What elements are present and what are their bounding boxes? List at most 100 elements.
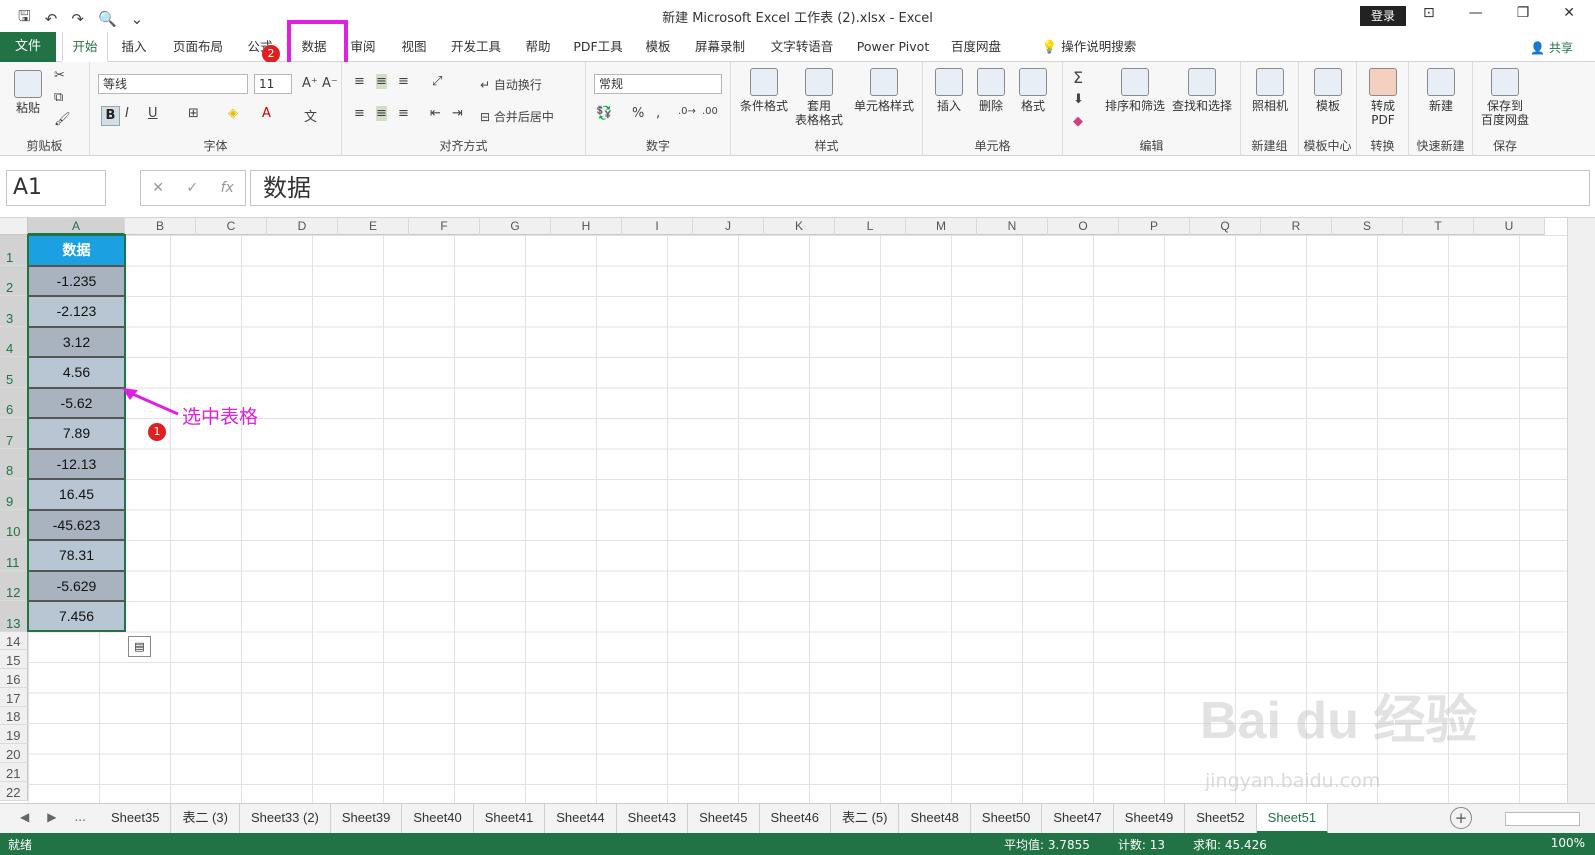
delete-cells-button[interactable]: 删除 bbox=[971, 68, 1011, 113]
bold-button[interactable]: B bbox=[101, 106, 120, 126]
sheet-tab[interactable]: Sheet51 bbox=[1256, 804, 1329, 834]
data-cell[interactable]: -5.62 bbox=[28, 387, 125, 418]
data-cell[interactable]: -1.235 bbox=[28, 265, 125, 296]
font-name-select[interactable]: 等线 bbox=[98, 74, 248, 94]
column-header[interactable]: P bbox=[1119, 218, 1190, 235]
align-top-icon[interactable]: ≡ bbox=[354, 74, 365, 89]
align-middle-icon[interactable]: ≡ bbox=[376, 74, 387, 89]
column-header[interactable]: A bbox=[28, 218, 125, 235]
prev-sheet-icon[interactable]: ◀ bbox=[20, 810, 29, 824]
decrease-decimal-icon[interactable]: .00 bbox=[702, 106, 718, 117]
font-color-icon[interactable]: A bbox=[262, 106, 271, 121]
fill-color-icon[interactable]: ◈ bbox=[228, 106, 238, 121]
name-box[interactable]: A1 bbox=[6, 170, 106, 206]
column-header[interactable]: L bbox=[835, 218, 906, 235]
tab-help[interactable]: 帮助 bbox=[518, 32, 558, 62]
cut-icon[interactable]: ✂ bbox=[54, 68, 65, 83]
column-header[interactable]: F bbox=[409, 218, 480, 235]
increase-font-icon[interactable]: A⁺ bbox=[302, 76, 318, 91]
column-header[interactable]: S bbox=[1332, 218, 1403, 235]
column-header[interactable]: T bbox=[1403, 218, 1474, 235]
camera-button[interactable]: 照相机 bbox=[1247, 68, 1293, 113]
clear-icon[interactable]: ◆ bbox=[1073, 114, 1083, 129]
autosum-icon[interactable]: Σ bbox=[1073, 68, 1083, 87]
sheet-tab[interactable]: Sheet45 bbox=[688, 804, 760, 834]
data-cell[interactable]: 4.56 bbox=[28, 357, 125, 388]
enter-icon[interactable]: ✓ bbox=[186, 171, 198, 205]
row-header[interactable]: 11 bbox=[0, 540, 28, 571]
sheet-tab[interactable]: 表二 (3) bbox=[171, 804, 240, 834]
row-header[interactable]: 1 bbox=[0, 235, 28, 266]
column-header[interactable]: M bbox=[906, 218, 977, 235]
sheet-tab[interactable]: Sheet33 (2) bbox=[240, 804, 331, 834]
column-header[interactable]: R bbox=[1261, 218, 1332, 235]
minimize-icon[interactable]: — bbox=[1469, 5, 1483, 21]
convert-pdf-button[interactable]: 转成 PDF bbox=[1363, 68, 1403, 127]
row-header[interactable]: 19 bbox=[0, 725, 28, 745]
column-header[interactable]: E bbox=[338, 218, 409, 235]
sheet-tab[interactable]: Sheet50 bbox=[971, 804, 1043, 834]
align-center-icon[interactable]: ≡ bbox=[376, 106, 387, 121]
tab-text-to-speech[interactable]: 文字转语音 bbox=[762, 32, 842, 62]
row-header[interactable]: 17 bbox=[0, 688, 28, 707]
row-header[interactable]: 15 bbox=[0, 650, 28, 670]
row-header[interactable]: 10 bbox=[0, 509, 28, 540]
data-cell[interactable]: 7.456 bbox=[28, 601, 125, 632]
font-size-select[interactable]: 11 bbox=[254, 74, 292, 94]
tab-developer[interactable]: 开发工具 bbox=[444, 32, 508, 62]
find-select-button[interactable]: 查找和选择 bbox=[1169, 68, 1235, 113]
row-header[interactable]: 6 bbox=[0, 387, 28, 418]
column-header[interactable]: K bbox=[764, 218, 835, 235]
column-header[interactable]: B bbox=[125, 218, 196, 235]
sort-filter-button[interactable]: 排序和筛选 bbox=[1103, 68, 1167, 113]
file-tab[interactable]: 文件 bbox=[0, 32, 56, 62]
paste-button[interactable]: 粘贴 bbox=[10, 70, 46, 115]
column-header[interactable]: J bbox=[693, 218, 764, 235]
close-icon[interactable]: ✕ bbox=[1563, 5, 1575, 21]
merge-center-button[interactable]: ⊟ 合并后居中 bbox=[480, 108, 554, 125]
tab-power-pivot[interactable]: Power Pivot bbox=[852, 32, 934, 62]
data-cell[interactable]: 78.31 bbox=[28, 540, 125, 571]
row-header[interactable]: 21 bbox=[0, 763, 28, 782]
tab-view[interactable]: 视图 bbox=[394, 32, 434, 62]
number-format-select[interactable]: 常规 bbox=[594, 74, 722, 94]
increase-indent-icon[interactable]: ⇥ bbox=[452, 106, 463, 121]
decrease-font-icon[interactable]: A⁻ bbox=[322, 76, 338, 91]
format-cells-button[interactable]: 格式 bbox=[1013, 68, 1053, 113]
row-header[interactable]: 9 bbox=[0, 479, 28, 510]
tab-pdf-tools[interactable]: PDF工具 bbox=[568, 32, 628, 62]
data-cell[interactable]: -12.13 bbox=[28, 448, 125, 479]
wrap-text-button[interactable]: ↵ 自动换行 bbox=[480, 76, 542, 93]
column-header[interactable]: O bbox=[1048, 218, 1119, 235]
data-cell[interactable]: -5.629 bbox=[28, 570, 125, 601]
italic-button[interactable]: I bbox=[125, 106, 129, 121]
sheet-tab[interactable]: Sheet47 bbox=[1042, 804, 1114, 834]
select-all-corner[interactable] bbox=[0, 218, 28, 235]
next-sheet-icon[interactable]: ▶ bbox=[47, 810, 56, 824]
template-button[interactable]: 模板 bbox=[1305, 68, 1351, 113]
tab-template[interactable]: 模板 bbox=[638, 32, 678, 62]
column-header[interactable]: N bbox=[977, 218, 1048, 235]
ribbon-display-icon[interactable]: ⊡ bbox=[1423, 5, 1435, 21]
data-cell[interactable]: 3.12 bbox=[28, 326, 125, 357]
column-header[interactable]: D bbox=[267, 218, 338, 235]
data-cell[interactable]: -45.623 bbox=[28, 509, 125, 540]
tab-baidu-netdisk[interactable]: 百度网盘 bbox=[944, 32, 1008, 62]
align-left-icon[interactable]: ≡ bbox=[354, 106, 365, 121]
format-painter-icon[interactable]: 🖌 bbox=[54, 112, 71, 127]
sheet-tab[interactable]: Sheet44 bbox=[545, 804, 617, 834]
tab-screen-record[interactable]: 屏幕录制 bbox=[688, 32, 752, 62]
header-cell[interactable]: 数据 bbox=[28, 235, 125, 266]
row-header[interactable]: 20 bbox=[0, 744, 28, 764]
save-to-netdisk-button[interactable]: 保存到 百度网盘 bbox=[1477, 68, 1533, 127]
underline-button[interactable]: U bbox=[148, 106, 158, 121]
insert-function-button[interactable]: fx bbox=[221, 171, 234, 205]
vertical-scrollbar[interactable] bbox=[1567, 218, 1595, 803]
sheet-tab[interactable]: Sheet40 bbox=[402, 804, 474, 834]
restore-icon[interactable]: ❐ bbox=[1517, 5, 1530, 21]
zoom-level[interactable]: 100% bbox=[1551, 836, 1585, 850]
sheet-tab[interactable]: Sheet35 bbox=[100, 804, 172, 834]
column-header[interactable]: H bbox=[551, 218, 622, 235]
formula-input[interactable]: 数据 bbox=[250, 170, 1590, 206]
login-button[interactable]: 登录 bbox=[1360, 6, 1406, 26]
